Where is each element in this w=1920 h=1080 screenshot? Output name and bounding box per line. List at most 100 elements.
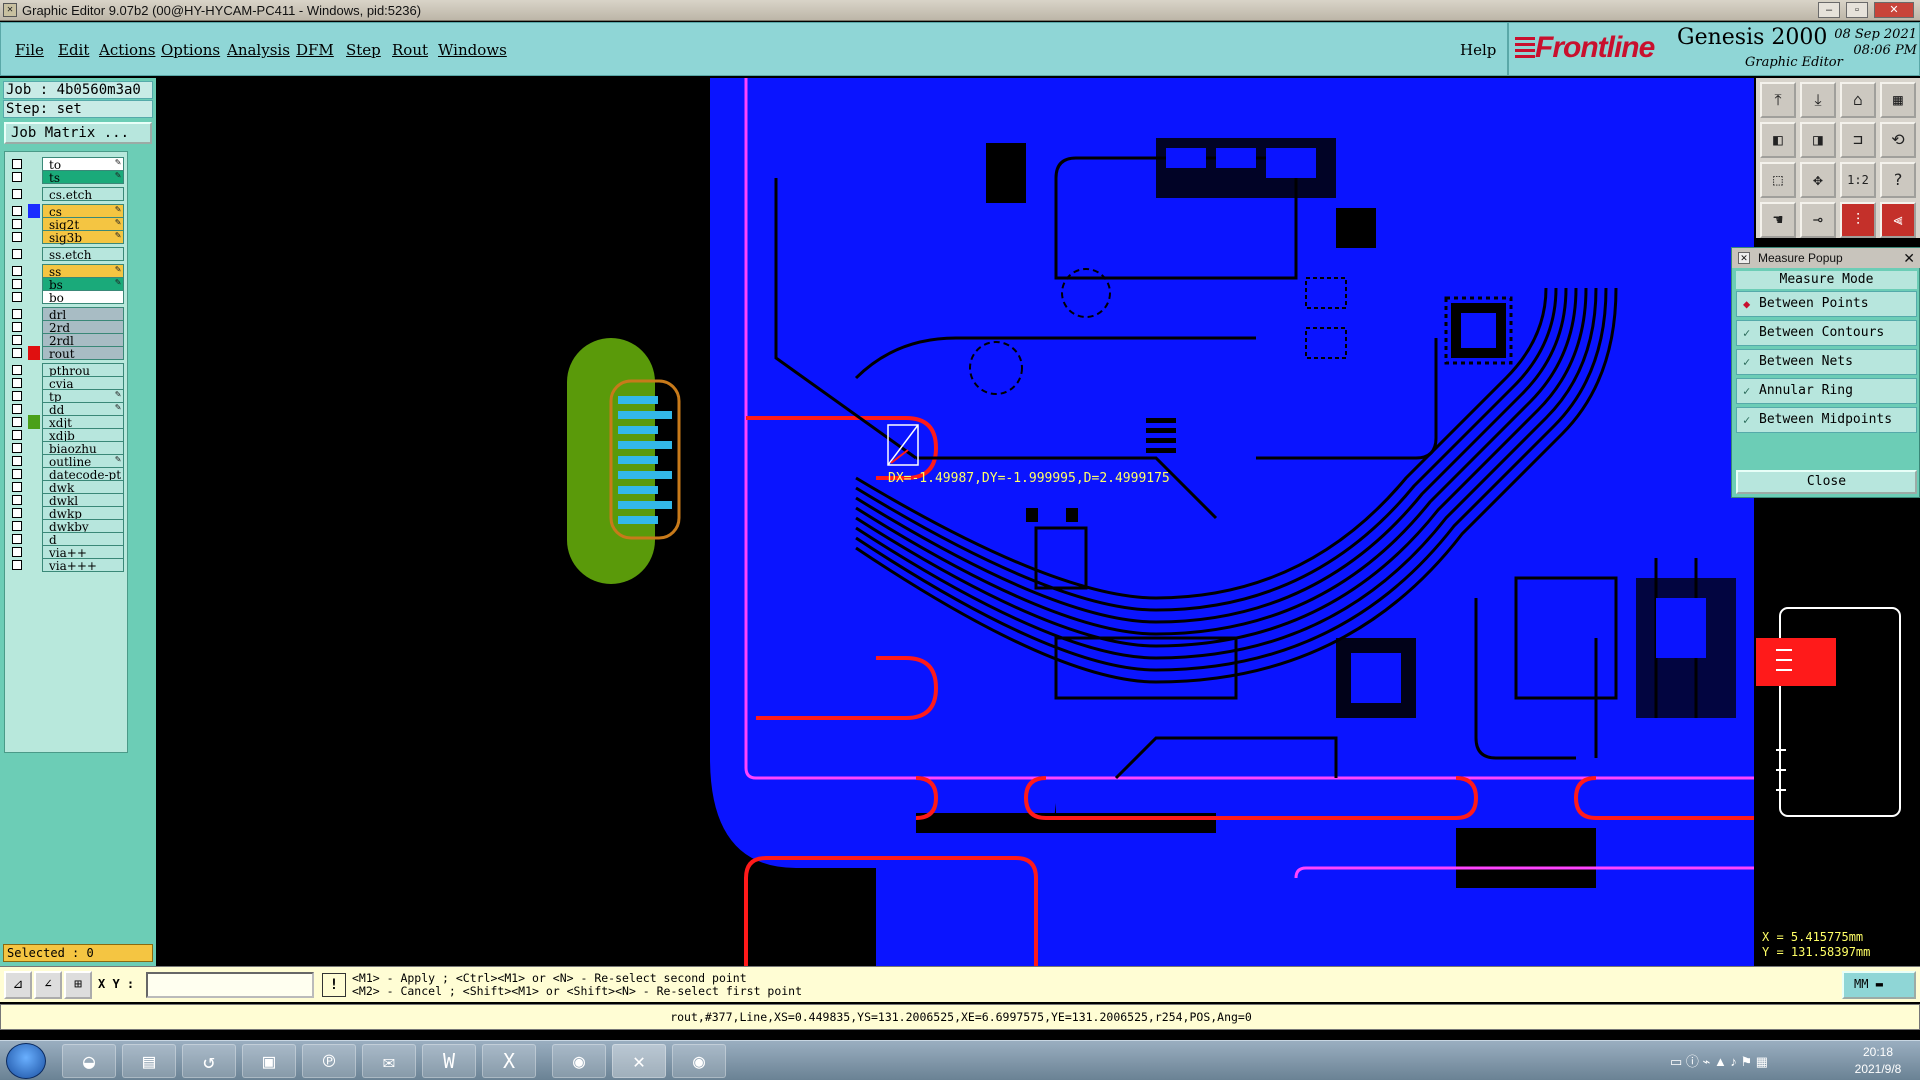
layer-row-cvia[interactable]: cvia (8, 376, 127, 391)
layer-name[interactable]: 2rd (42, 320, 124, 335)
excel-icon[interactable]: X (482, 1044, 536, 1078)
layer-row-ss[interactable]: ss ✎ (8, 264, 127, 279)
menu-analysis[interactable]: Analysis (227, 41, 290, 59)
layer-color-swatch[interactable] (28, 157, 40, 171)
layer-color-swatch[interactable] (28, 454, 40, 468)
layer-checkbox[interactable] (12, 206, 22, 216)
layer-checkbox[interactable] (12, 404, 22, 414)
layer-color-swatch[interactable] (28, 320, 40, 334)
layer-name[interactable]: cvia (42, 376, 124, 391)
layer-row-sig2t[interactable]: sig2t ✎ (8, 217, 127, 232)
genesis-alt-icon[interactable]: ◉ (672, 1044, 726, 1078)
layer-checkbox[interactable] (12, 469, 22, 479)
layer-color-swatch[interactable] (28, 428, 40, 442)
menu-actions[interactable]: Actions (99, 41, 155, 59)
layer-compare-icon[interactable]: ⫶ (1840, 202, 1876, 238)
layer-name[interactable]: ss.etch (42, 247, 124, 262)
pan-left-icon[interactable]: ◧ (1760, 122, 1796, 158)
layer-name[interactable]: to (42, 157, 124, 172)
layer-name[interactable]: xdjb (42, 428, 124, 443)
layer-checkbox[interactable] (12, 365, 22, 375)
probe-icon[interactable]: ⊸ (1800, 202, 1836, 238)
layer-checkbox[interactable] (12, 292, 22, 302)
layer-row-2rdl[interactable]: 2rdl (8, 333, 127, 348)
layer-name[interactable]: d (42, 532, 124, 547)
units-button[interactable]: MM ▬ (1842, 971, 1916, 999)
layer-color-swatch[interactable] (28, 389, 40, 403)
job-matrix-button[interactable]: Job Matrix ... (4, 122, 152, 144)
mode-between-nets[interactable]: ✓ Between Nets (1736, 349, 1917, 375)
layer-color-swatch[interactable] (28, 230, 40, 244)
genesis-icon[interactable]: ◉ (552, 1044, 606, 1078)
layer-color-swatch[interactable] (28, 506, 40, 520)
layer-color-swatch[interactable] (28, 532, 40, 546)
layer-color-swatch[interactable] (28, 376, 40, 390)
layer-checkbox[interactable] (12, 322, 22, 332)
snap-mode-icon[interactable]: ⊿ (4, 971, 32, 999)
layer-color-swatch[interactable] (28, 415, 40, 429)
layer-row-dwkl[interactable]: dwkl (8, 493, 127, 508)
layer-color-swatch[interactable] (28, 519, 40, 533)
layer-row-datecode-pt[interactable]: datecode-pt (8, 467, 127, 482)
restore-button[interactable]: ▫ (1846, 2, 1868, 18)
layer-color-swatch[interactable] (28, 247, 40, 261)
chat-icon[interactable]: ✉ (362, 1044, 416, 1078)
layer-row-cs.etch[interactable]: cs.etch (8, 187, 127, 202)
word-icon[interactable]: W (422, 1044, 476, 1078)
overview-map[interactable] (1756, 570, 1920, 926)
layer-checkbox[interactable] (12, 232, 22, 242)
measure-close-button[interactable]: Close (1736, 470, 1917, 494)
window-split-icon[interactable]: ▦ (1880, 82, 1916, 118)
layer-name[interactable]: cs (42, 204, 124, 219)
app-green-icon[interactable]: ℗ (302, 1044, 356, 1078)
layer-checkbox[interactable] (12, 534, 22, 544)
snap-icon[interactable]: ⊐ (1840, 122, 1876, 158)
layer-tools-icon[interactable]: ⫷ (1880, 202, 1916, 238)
layer-checkbox[interactable] (12, 430, 22, 440)
layer-color-swatch[interactable] (28, 277, 40, 291)
menu-options[interactable]: Options (161, 41, 220, 59)
xy-input[interactable] (146, 972, 314, 998)
layer-color-swatch[interactable] (28, 346, 40, 360)
layer-name[interactable]: dwkby (42, 519, 124, 534)
layer-row-tp[interactable]: tp ✎ (8, 389, 127, 404)
menu-edit[interactable]: Edit (58, 41, 89, 59)
layer-row-via++[interactable]: via++ (8, 545, 127, 560)
zoom-fit-icon[interactable]: ✥ (1800, 162, 1836, 198)
layer-row-ss.etch[interactable]: ss.etch (8, 247, 127, 262)
layer-checkbox[interactable] (12, 309, 22, 319)
layer-name[interactable]: bo (42, 290, 124, 305)
mode-between-contours[interactable]: ✓ Between Contours (1736, 320, 1917, 346)
menu-rout[interactable]: Rout (392, 41, 428, 59)
layer-checkbox[interactable] (12, 482, 22, 492)
layer-row-d[interactable]: d (8, 532, 127, 547)
layer-checkbox[interactable] (12, 335, 22, 345)
layer-color-swatch[interactable] (28, 290, 40, 304)
layer-name[interactable]: via+++ (42, 558, 124, 573)
layer-color-swatch[interactable] (28, 558, 40, 572)
layer-checkbox[interactable] (12, 378, 22, 388)
layer-color-swatch[interactable] (28, 467, 40, 481)
layer-checkbox[interactable] (12, 348, 22, 358)
overview-viewport[interactable] (1756, 638, 1836, 686)
layer-row-sig3b[interactable]: sig3b ✎ (8, 230, 127, 245)
layer-name[interactable]: drl (42, 307, 124, 322)
layer-row-to[interactable]: to ✎ (8, 157, 127, 172)
layer-row-ts[interactable]: ts ✎ (8, 170, 127, 185)
layer-name[interactable]: 2rdl (42, 333, 124, 348)
layer-name[interactable]: biaozhu (42, 441, 124, 456)
menu-dfm[interactable]: DFM (296, 41, 334, 59)
save-icon[interactable]: ▣ (242, 1044, 296, 1078)
system-tray[interactable]: ▭ ⓘ ⌁ ▲ ♪ ⚑ ▦ (1670, 1051, 1768, 1070)
layer-name[interactable]: bs (42, 277, 124, 292)
layer-name[interactable]: rout (42, 346, 124, 361)
layer-row-dd[interactable]: dd ✎ (8, 402, 127, 417)
layer-checkbox[interactable] (12, 391, 22, 401)
layer-color-swatch[interactable] (28, 217, 40, 231)
pcb-view[interactable]: DX=-1.49987,DY=-1.999995,D=2.4999175 (156, 78, 1754, 966)
layer-row-2rd[interactable]: 2rd (8, 320, 127, 335)
layer-checkbox[interactable] (12, 495, 22, 505)
layer-checkbox[interactable] (12, 189, 22, 199)
zoom-home-icon[interactable]: ⤒ (1760, 82, 1796, 118)
layer-name[interactable]: ss (42, 264, 124, 279)
